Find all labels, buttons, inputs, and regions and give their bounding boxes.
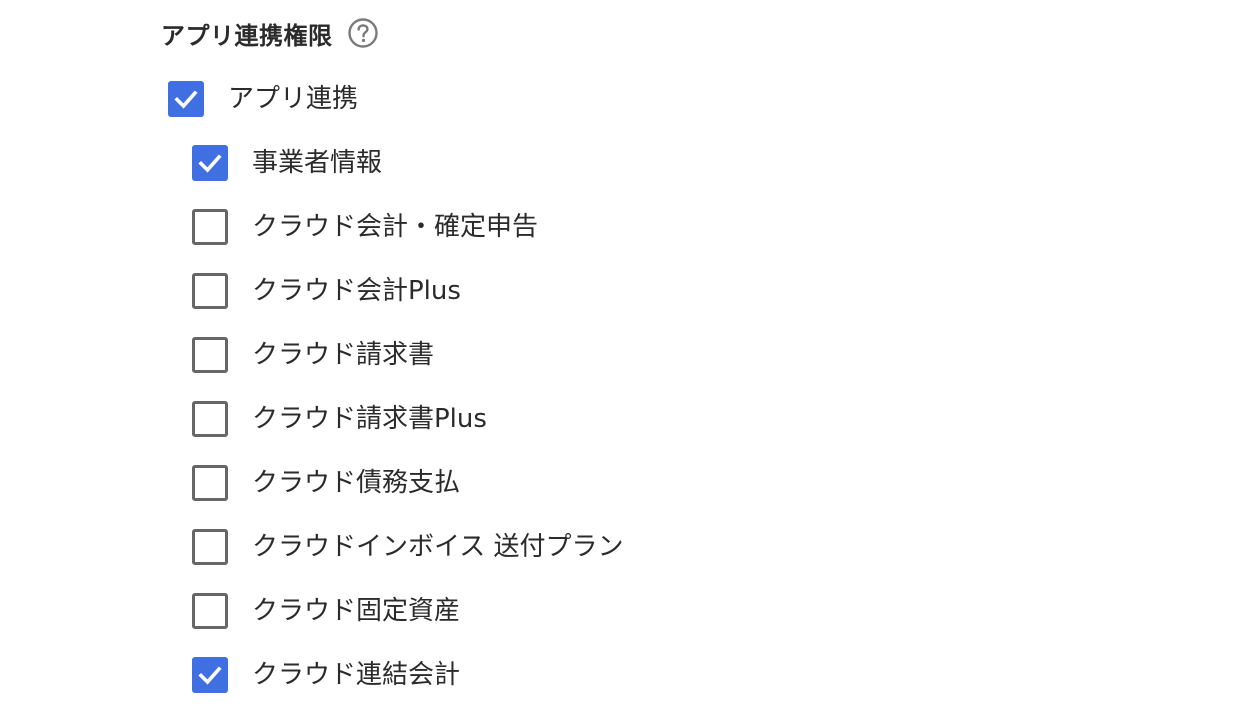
checkbox-row-cloud-accounting-tax[interactable]: クラウド会計・確定申告 bbox=[192, 207, 538, 247]
checkbox-cloud-fixed-assets[interactable] bbox=[192, 593, 228, 629]
checkbox-label: クラウド会計・確定申告 bbox=[252, 212, 539, 242]
checkbox-row-cloud-invoice-plus[interactable]: クラウド請求書Plus bbox=[192, 399, 487, 439]
checkbox-label: クラウド請求書Plus bbox=[252, 404, 487, 434]
checkbox-label: クラウド債務支払 bbox=[252, 468, 461, 498]
checkbox-cloud-invoice-sending[interactable] bbox=[192, 529, 228, 565]
checkbox-cloud-accounting-plus[interactable] bbox=[192, 273, 228, 309]
checkbox-label: クラウド会計Plus bbox=[252, 276, 461, 306]
checkbox-cloud-invoice-plus[interactable] bbox=[192, 401, 228, 437]
checkbox-row-cloud-invoice[interactable]: クラウド請求書 bbox=[192, 335, 434, 375]
checkmark-icon bbox=[174, 90, 198, 109]
checkmark-icon bbox=[198, 666, 222, 685]
checkbox-cloud-invoice[interactable] bbox=[192, 337, 228, 373]
checkbox-row-cloud-invoice-sending[interactable]: クラウドインボイス 送付プラン bbox=[192, 527, 624, 567]
question-circle-icon[interactable] bbox=[347, 17, 379, 49]
checkbox-app-integration[interactable] bbox=[168, 81, 204, 117]
checkbox-cloud-consolidated-accounting[interactable] bbox=[192, 657, 228, 693]
checkbox-row-app-integration[interactable]: アプリ連携 bbox=[168, 79, 358, 119]
checkbox-label: クラウド固定資産 bbox=[252, 596, 461, 626]
section-header: アプリ連携権限 bbox=[161, 14, 379, 52]
checkbox-row-cloud-payables[interactable]: クラウド債務支払 bbox=[192, 463, 460, 503]
checkbox-label: クラウドインボイス 送付プラン bbox=[252, 532, 624, 562]
checkbox-label: アプリ連携 bbox=[228, 84, 359, 114]
checkbox-row-cloud-fixed-assets[interactable]: クラウド固定資産 bbox=[192, 591, 460, 631]
checkbox-row-cloud-consolidated-accounting[interactable]: クラウド連結会計 bbox=[192, 655, 460, 695]
checkbox-row-cloud-accounting-plus[interactable]: クラウド会計Plus bbox=[192, 271, 461, 311]
section-title: アプリ連携権限 bbox=[161, 21, 333, 50]
checkbox-label: クラウド連結会計 bbox=[252, 660, 461, 690]
checkbox-cloud-accounting-tax[interactable] bbox=[192, 209, 228, 245]
checkmark-icon bbox=[198, 154, 222, 173]
checkbox-business-info[interactable] bbox=[192, 145, 228, 181]
checkbox-label: クラウド請求書 bbox=[252, 340, 435, 370]
checkbox-cloud-payables[interactable] bbox=[192, 465, 228, 501]
checkbox-label: 事業者情報 bbox=[252, 148, 383, 178]
checkbox-row-business-info[interactable]: 事業者情報 bbox=[192, 143, 382, 183]
